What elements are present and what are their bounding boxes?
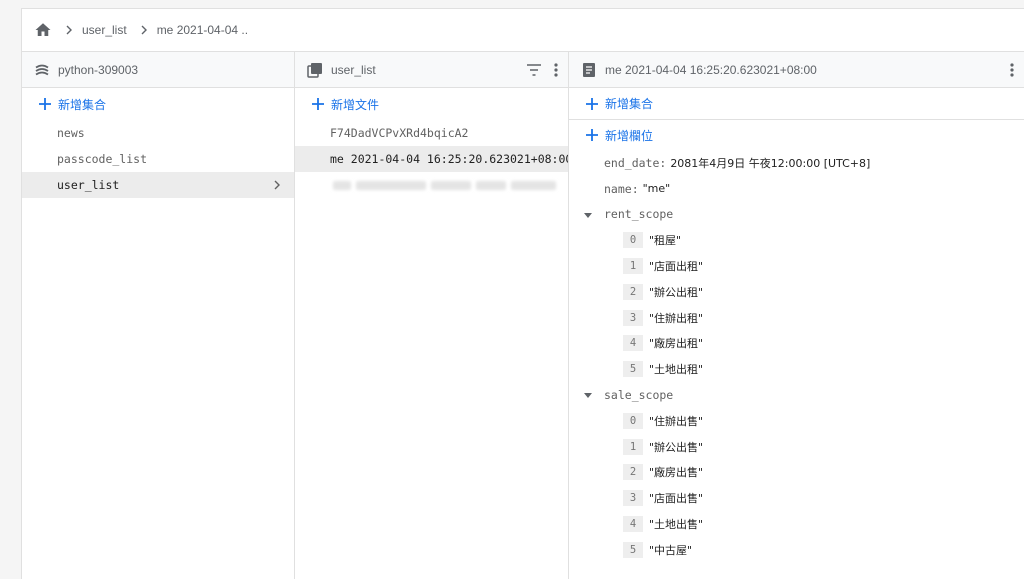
plus-icon bbox=[586, 129, 598, 141]
array-item[interactable]: 0 "住辦出售" bbox=[569, 408, 1024, 434]
array-value: "店面出租" bbox=[649, 260, 704, 274]
breadcrumb-collection[interactable]: user_list bbox=[82, 23, 127, 37]
collection-panel: user_list 新增文件 F74DadVCPvXRd4bqicA2 me 2… bbox=[295, 52, 569, 579]
array-value: "土地出售" bbox=[649, 518, 704, 532]
array-index: 1 bbox=[623, 438, 643, 455]
array-index: 5 bbox=[623, 541, 643, 558]
plus-icon bbox=[39, 98, 51, 110]
array-index: 5 bbox=[623, 361, 643, 378]
document-item-selected[interactable]: me 2021-04-04 16:25:20.623021+08:00 bbox=[295, 146, 568, 172]
array-item[interactable]: 4 "土地出售" bbox=[569, 511, 1024, 537]
array-item[interactable]: 4 "廠房出租" bbox=[569, 331, 1024, 357]
field-rent-scope[interactable]: rent_scope bbox=[569, 202, 1024, 228]
document-item[interactable]: F74DadVCPvXRd4bqicA2 bbox=[295, 120, 568, 146]
field-value: 2081年4月9日 午夜12:00:00 [UTC+8] bbox=[670, 156, 871, 170]
chevron-right-icon bbox=[141, 25, 147, 35]
add-document-button[interactable]: 新增文件 bbox=[295, 88, 568, 120]
collection-item-user-list[interactable]: user_list bbox=[22, 172, 294, 198]
document-item-redacted[interactable] bbox=[295, 172, 568, 198]
field-value: "me" bbox=[642, 182, 671, 196]
array-value: "店面出售" bbox=[649, 492, 704, 506]
add-collection-button[interactable]: 新增集合 bbox=[22, 88, 294, 120]
root-panel: python-309003 新增集合 news passcode_list us… bbox=[22, 52, 295, 579]
field-name[interactable]: name: "me" bbox=[569, 176, 1024, 202]
chevron-right-icon bbox=[66, 25, 72, 35]
add-document-label: 新增文件 bbox=[331, 97, 380, 112]
array-value: "廠房出售" bbox=[649, 466, 704, 480]
caret-down-icon[interactable] bbox=[584, 391, 592, 399]
array-item[interactable]: 2 "辦公出租" bbox=[569, 279, 1024, 305]
array-index: 0 bbox=[623, 412, 643, 429]
array-index: 0 bbox=[623, 232, 643, 249]
document-icon bbox=[583, 62, 595, 77]
array-item[interactable]: 5 "土地出租" bbox=[569, 356, 1024, 382]
breadcrumb-document[interactable]: me 2021-04-04 .. bbox=[157, 23, 248, 37]
collection-panel-title: user_list bbox=[331, 62, 376, 77]
array-value: "住辦出售" bbox=[649, 414, 704, 428]
array-item[interactable]: 2 "廠房出售" bbox=[569, 460, 1024, 486]
add-collection-label: 新增集合 bbox=[58, 97, 107, 112]
field-key: end_date: bbox=[604, 155, 667, 170]
more-vert-icon[interactable] bbox=[554, 63, 558, 77]
field-key: sale_scope bbox=[604, 388, 674, 403]
add-field-label: 新增欄位 bbox=[605, 128, 654, 143]
root-panel-header: python-309003 bbox=[22, 52, 294, 88]
array-value: "辦公出租" bbox=[649, 285, 704, 299]
document-panel-title: me 2021-04-04 16:25:20.623021+08:00 bbox=[605, 62, 817, 77]
home-icon[interactable] bbox=[34, 21, 52, 39]
field-key: rent_scope bbox=[604, 207, 674, 222]
database-icon bbox=[35, 64, 49, 75]
array-value: "廠房出租" bbox=[649, 337, 704, 351]
collection-item-label: user_list bbox=[57, 178, 120, 192]
document-panel-header: me 2021-04-04 16:25:20.623021+08:00 bbox=[569, 52, 1024, 88]
array-index: 4 bbox=[623, 516, 643, 533]
add-subcollection-label: 新增集合 bbox=[605, 97, 654, 111]
array-value: "土地出租" bbox=[649, 363, 704, 377]
more-vert-icon[interactable] bbox=[1010, 63, 1014, 77]
collection-panel-header: user_list bbox=[295, 52, 568, 88]
array-value: "中古屋" bbox=[649, 543, 693, 557]
array-index: 4 bbox=[623, 335, 643, 352]
array-item[interactable]: 3 "店面出售" bbox=[569, 485, 1024, 511]
collection-item-news[interactable]: news bbox=[22, 120, 294, 146]
add-subcollection-button[interactable]: 新增集合 bbox=[569, 88, 1024, 120]
breadcrumb: user_list me 2021-04-04 .. bbox=[22, 9, 1024, 52]
firestore-console: user_list me 2021-04-04 .. python-309003… bbox=[21, 8, 1024, 579]
field-end-date[interactable]: end_date: 2081年4月9日 午夜12:00:00 [UTC+8] bbox=[569, 150, 1024, 176]
plus-icon bbox=[586, 97, 598, 110]
array-item[interactable]: 0 "租屋" bbox=[569, 227, 1024, 253]
root-panel-title: python-309003 bbox=[58, 62, 139, 77]
document-panel: me 2021-04-04 16:25:20.623021+08:00 新增集合… bbox=[569, 52, 1024, 579]
array-item[interactable]: 3 "住辦出租" bbox=[569, 305, 1024, 331]
add-field-button[interactable]: 新增欄位 bbox=[569, 120, 1024, 150]
field-sale-scope[interactable]: sale_scope bbox=[569, 382, 1024, 408]
array-value: "住辦出租" bbox=[649, 311, 704, 325]
array-index: 2 bbox=[623, 464, 643, 481]
collection-icon bbox=[307, 62, 322, 78]
filter-icon[interactable] bbox=[526, 64, 542, 76]
array-index: 3 bbox=[623, 490, 643, 507]
collection-item-passcode-list[interactable]: passcode_list bbox=[22, 146, 294, 172]
field-key: name: bbox=[604, 181, 639, 196]
array-item[interactable]: 5 "中古屋" bbox=[569, 537, 1024, 563]
array-index: 1 bbox=[623, 258, 643, 275]
chevron-right-icon bbox=[274, 180, 280, 190]
caret-down-icon[interactable] bbox=[584, 211, 592, 219]
array-item[interactable]: 1 "店面出租" bbox=[569, 253, 1024, 279]
array-item[interactable]: 1 "辦公出售" bbox=[569, 434, 1024, 460]
array-index: 3 bbox=[623, 309, 643, 326]
array-value: "辦公出售" bbox=[649, 440, 704, 454]
array-value: "租屋" bbox=[649, 234, 682, 248]
plus-icon bbox=[312, 98, 324, 110]
array-index: 2 bbox=[623, 283, 643, 300]
